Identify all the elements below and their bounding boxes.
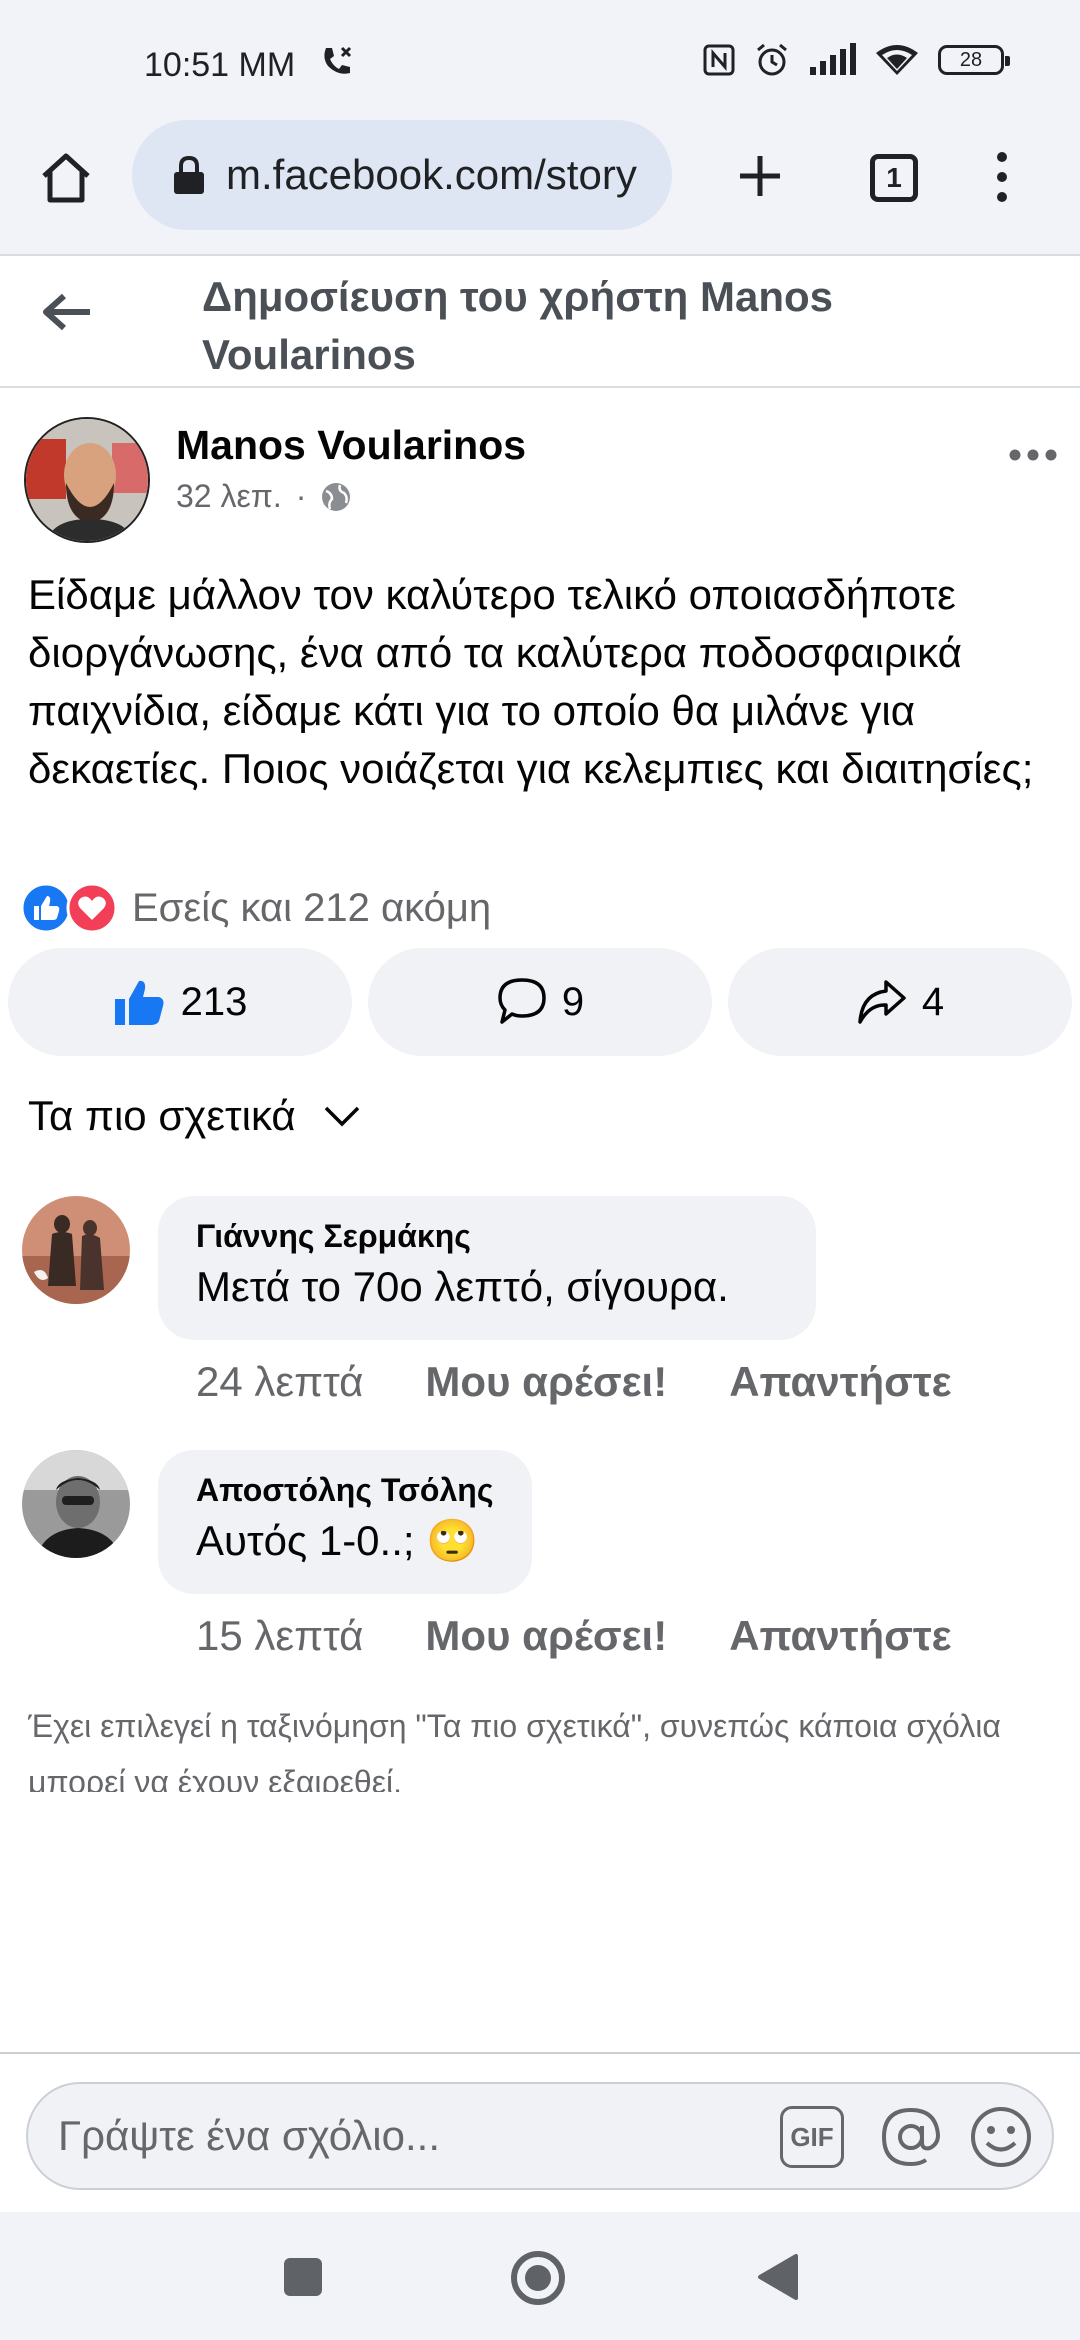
lock-icon: [174, 155, 204, 194]
wifi-icon: [876, 45, 918, 75]
chevron-down-icon: [324, 1106, 359, 1127]
like-count: 213: [180, 979, 248, 1024]
comment-author[interactable]: Αποστόλης Τσόλης: [196, 1472, 494, 1509]
page-title: Δημοσίευση του χρήστη Manos Voularinos: [202, 273, 834, 378]
comment-input[interactable]: Γράψτε ένα σχόλιο... GIF: [26, 2082, 1054, 2190]
comment-icon: [498, 978, 546, 1024]
comment-button[interactable]: 9: [368, 948, 712, 1056]
url-text: m.facebook.com/story: [226, 151, 637, 198]
new-tab-icon[interactable]: [736, 152, 784, 200]
wifi-call-icon: [324, 46, 352, 74]
comment-like-button[interactable]: Μου αρέσει!: [425, 1358, 667, 1406]
share-button[interactable]: 4: [728, 948, 1072, 1056]
back-arrow-icon[interactable]: [42, 292, 92, 332]
commenter-avatar[interactable]: [22, 1196, 130, 1304]
commenter-avatar-image: [22, 1196, 130, 1304]
comment-reply-button[interactable]: Απαντήστε: [729, 1612, 951, 1660]
comment-author[interactable]: Γιάννης Σερμάκης: [196, 1218, 778, 1255]
emoji-icon[interactable]: [968, 2104, 1034, 2170]
comment-bubble[interactable]: Γιάννης Σερμάκης Μετά το 70ο λεπτό, σίγο…: [158, 1196, 816, 1340]
comment-composer-bar: Γράψτε ένα σχόλιο... GIF: [0, 2052, 1080, 2214]
alarm-icon: [757, 43, 787, 76]
like-button[interactable]: 213: [8, 948, 352, 1056]
comment-text: Μετά το 70ο λεπτό, σίγουρα.: [196, 1263, 729, 1310]
reactions-text: Εσείς και 212 ακόμη: [132, 885, 492, 930]
post-meta: 32 λεπ. ·: [176, 478, 352, 515]
tab-switcher-button[interactable]: 1: [870, 154, 918, 202]
comment-sort-selector[interactable]: Τα πιο σχετικά: [28, 1092, 362, 1140]
reactions-summary[interactable]: Εσείς και 212 ακόμη: [20, 882, 491, 934]
commenter-avatar[interactable]: [22, 1450, 130, 1558]
comment-actions: 15 λεπτά Μου αρέσει! Απαντήστε: [196, 1612, 952, 1660]
like-reaction-icon: [20, 882, 72, 934]
browser-toolbar: m.facebook.com/story 1: [0, 120, 1080, 256]
home-icon[interactable]: [38, 152, 94, 204]
commenter-avatar-image: [22, 1450, 130, 1558]
comment-like-button[interactable]: Μου αρέσει!: [425, 1612, 667, 1660]
author-avatar-image: [26, 419, 148, 541]
nfc-icon: [703, 44, 735, 76]
more-options-icon[interactable]: [986, 150, 1018, 204]
globe-icon: [322, 482, 351, 511]
url-bar[interactable]: m.facebook.com/story: [132, 120, 672, 230]
comment-time[interactable]: 15 λεπτά: [196, 1612, 363, 1660]
mention-icon[interactable]: [878, 2104, 944, 2170]
battery-indicator: 28: [938, 45, 1010, 75]
comment-bubble[interactable]: Αποστόλης Τσόλης Αυτός 1-0..; 🙄: [158, 1450, 532, 1594]
home-nav-icon[interactable]: [510, 2250, 566, 2306]
love-reaction-icon: [66, 882, 118, 934]
post-header: Δημοσίευση του χρήστη Manos Voularinos: [0, 256, 1080, 388]
author-name[interactable]: Manos Voularinos: [176, 422, 526, 469]
sort-note: Έχει επιλεγεί η ταξινόμηση "Τα πιο σχετι…: [28, 1708, 1001, 1792]
back-nav-icon[interactable]: [756, 2252, 800, 2302]
post-body: Είδαμε μάλλον τον καλύτερο τελικό οποιασ…: [28, 571, 1034, 792]
sort-label: Τα πιο σχετικά: [28, 1092, 296, 1139]
share-count: 4: [921, 979, 945, 1024]
status-icons: 28: [702, 42, 1010, 78]
comment-actions: 24 λεπτά Μου αρέσει! Απαντήστε: [196, 1358, 952, 1406]
share-icon: [858, 980, 906, 1024]
recents-icon[interactable]: [282, 2256, 324, 2298]
status-time: 10:51 MM: [144, 46, 296, 84]
gif-button[interactable]: GIF: [780, 2106, 844, 2168]
comment-input-placeholder: Γράψτε ένα σχόλιο...: [58, 2112, 440, 2159]
status-bar: 10:51 MM 28: [0, 0, 1080, 120]
system-nav-bar: [0, 2212, 1080, 2340]
comment-text: Αυτός 1-0..; 🙄: [196, 1517, 479, 1564]
meta-separator: ·: [295, 478, 307, 514]
comment-reply-button[interactable]: Απαντήστε: [729, 1358, 951, 1406]
thumbs-up-icon: [114, 980, 164, 1025]
comment-count: 9: [561, 979, 585, 1024]
author-avatar[interactable]: [24, 417, 150, 543]
post-options-icon[interactable]: [1008, 448, 1058, 462]
post-time[interactable]: 32 λεπ.: [176, 478, 282, 515]
signal-icon: [810, 43, 856, 75]
comment-time[interactable]: 24 λεπτά: [196, 1358, 363, 1406]
